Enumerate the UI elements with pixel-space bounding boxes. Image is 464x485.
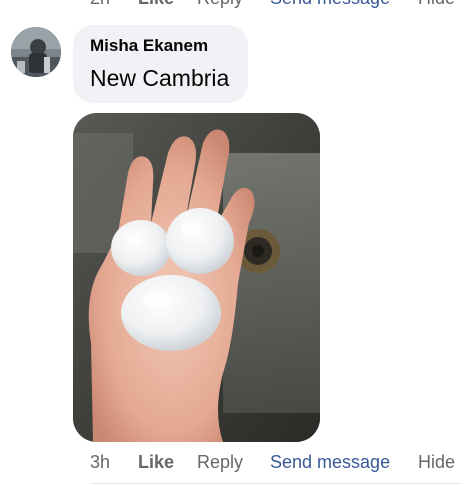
comment-actions: 3h Like Reply Send message Hide [90, 452, 464, 473]
comment-photo-attachment[interactable] [73, 113, 320, 442]
previous-send-message-link[interactable]: Send message [270, 0, 418, 9]
previous-reply-button[interactable]: Reply [197, 0, 270, 9]
comment-text: New Cambria [90, 65, 230, 91]
user-avatar-icon[interactable] [11, 27, 61, 77]
comment-timestamp[interactable]: 3h [90, 452, 138, 473]
divider [90, 483, 460, 484]
previous-hide-button[interactable]: Hide [418, 0, 464, 9]
hide-button[interactable]: Hide [418, 452, 464, 473]
reply-button[interactable]: Reply [197, 452, 270, 473]
comment-thread: 2h Like Reply Send message Hide Misha Ek… [0, 0, 464, 485]
hailstones-in-hand-image [73, 113, 320, 442]
avatar-image [11, 27, 61, 77]
send-message-link[interactable]: Send message [270, 452, 418, 473]
previous-comment-actions: 2h Like Reply Send message Hide [90, 0, 464, 9]
like-button[interactable]: Like [138, 452, 197, 473]
comment-bubble: Misha Ekanem New Cambria [73, 25, 248, 103]
previous-like-button[interactable]: Like [138, 0, 197, 9]
previous-comment-timestamp[interactable]: 2h [90, 0, 138, 9]
comment-author-name[interactable]: Misha Ekanem [90, 36, 208, 56]
